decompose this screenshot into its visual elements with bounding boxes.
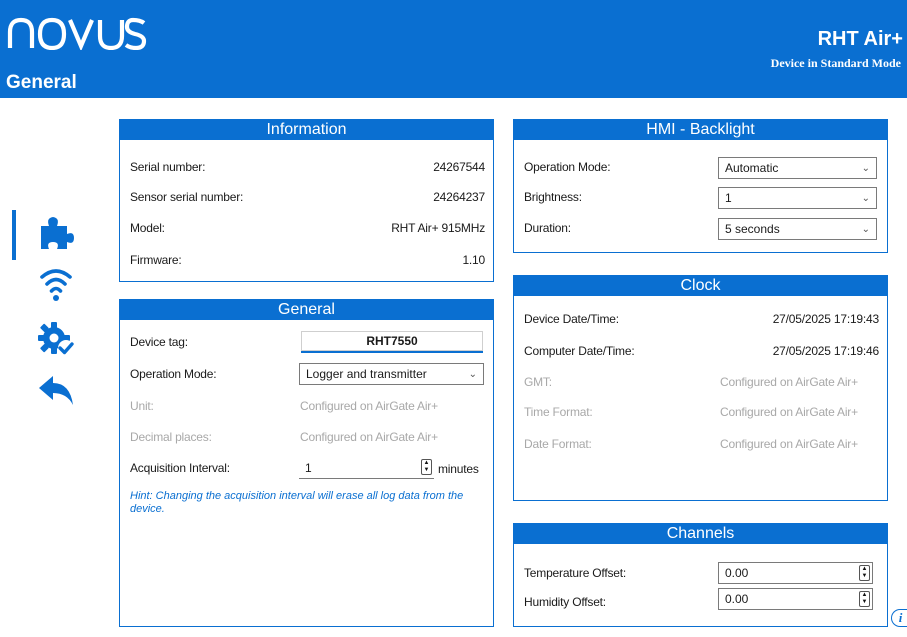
stepper-icon[interactable]: ▲ ▼ [859, 565, 870, 581]
page-title: General [6, 72, 77, 93]
info-row-sensor-serial: Sensor serial number: 24264237 [130, 186, 485, 208]
info-value: 1.10 [462, 253, 485, 267]
nav-apply-settings-button[interactable] [34, 318, 78, 358]
operation-mode-value: Logger and transmitter [306, 367, 427, 381]
info-value: 24267544 [433, 160, 485, 174]
panel-title: Information [120, 120, 493, 140]
gear-check-icon [38, 322, 74, 356]
information-panel: Information Serial number: 24267544 Sens… [119, 119, 494, 282]
hmi-operation-mode-select[interactable]: Automatic ⌄ [718, 157, 877, 179]
humidity-offset-label: Humidity Offset: [524, 595, 606, 609]
date-format-value: Configured on AirGate Air+ [720, 437, 858, 451]
gmt-row: GMT: Configured on AirGate Air+ [524, 371, 879, 393]
brightness-value: 1 [725, 191, 732, 205]
info-label: Serial number: [130, 160, 206, 174]
puzzle-icon [41, 217, 74, 249]
time-format-label: Time Format: [524, 405, 593, 419]
time-format-row: Time Format: Configured on AirGate Air+ [524, 401, 879, 423]
info-row-model: Model: RHT Air+ 915MHz [130, 217, 485, 239]
chevron-down-icon: ⌄ [861, 223, 870, 235]
unit-label: Unit: [130, 399, 154, 413]
chevron-down-icon: ⌄ [861, 192, 870, 204]
chevron-down-icon: ⌄ [861, 162, 870, 174]
date-format-label: Date Format: [524, 437, 592, 451]
device-tag-label: Device tag: [130, 335, 188, 349]
info-icon[interactable]: i [891, 609, 907, 627]
decimal-places-label: Decimal places: [130, 430, 212, 444]
general-panel: General Device tag: RHT7550 Operation Mo… [119, 299, 494, 627]
panel-title: HMI - Backlight [514, 120, 887, 140]
info-row-serial: Serial number: 24267544 [130, 156, 485, 178]
clock-panel: Clock Device Date/Time: 27/05/2025 17:19… [513, 275, 888, 501]
app-header: General RHT Air+ Device in Standard Mode [0, 0, 907, 98]
stepper-icon[interactable]: ▲ ▼ [421, 459, 432, 475]
acquisition-interval-label: Acquisition Interval: [130, 461, 230, 475]
device-mode: Device in Standard Mode [770, 56, 901, 70]
panel-title: Clock [514, 276, 887, 296]
computer-datetime-value: 27/05/2025 17:19:46 [772, 344, 880, 358]
decimal-places-value: Configured on AirGate Air+ [300, 430, 438, 444]
brightness-select[interactable]: 1 ⌄ [718, 187, 877, 209]
channels-panel: Channels Temperature Offset: 0.00 ▲ ▼ Hum… [513, 523, 888, 627]
acquisition-interval-unit: minutes [438, 462, 479, 476]
operation-mode-select[interactable]: Logger and transmitter ⌄ [299, 363, 484, 385]
nav-wireless-button[interactable] [34, 264, 78, 304]
hmi-operation-mode-label: Operation Mode: [524, 160, 611, 174]
info-label: Sensor serial number: [130, 190, 244, 204]
back-arrow-icon [39, 376, 73, 405]
time-format-value: Configured on AirGate Air+ [720, 405, 858, 419]
duration-select[interactable]: 5 seconds ⌄ [718, 218, 877, 240]
decimal-places-row: Decimal places: Configured on AirGate Ai… [130, 426, 485, 448]
acquisition-hint: Hint: Changing the acquisition interval … [130, 490, 464, 515]
nav-back-button[interactable] [34, 370, 78, 410]
panel-title: Channels [514, 524, 887, 544]
chevron-down-icon: ⌄ [468, 368, 477, 380]
computer-datetime-row: Computer Date/Time: 27/05/2025 17:19:46 [524, 340, 879, 362]
duration-value: 5 seconds [725, 222, 780, 236]
acquisition-interval-input[interactable]: 1 ▲ ▼ [299, 457, 434, 479]
active-nav-indicator [12, 210, 16, 260]
brightness-label: Brightness: [524, 190, 582, 204]
acquisition-interval-value: 1 [305, 460, 312, 475]
humidity-offset-value: 0.00 [725, 592, 749, 606]
unit-value: Configured on AirGate Air+ [300, 399, 438, 413]
gmt-label: GMT: [524, 375, 552, 389]
info-value: 24264237 [433, 190, 485, 204]
humidity-offset-input[interactable]: 0.00 ▲ ▼ [718, 588, 873, 610]
panel-title: General [120, 300, 493, 320]
temperature-offset-label: Temperature Offset: [524, 566, 627, 580]
gmt-value: Configured on AirGate Air+ [720, 375, 858, 389]
device-tag-input[interactable]: RHT7550 [301, 331, 483, 353]
info-row-firmware: Firmware: 1.10 [130, 249, 485, 271]
info-label: Model: [130, 221, 165, 235]
duration-label: Duration: [524, 221, 571, 235]
novus-logo [6, 14, 148, 53]
computer-datetime-label: Computer Date/Time: [524, 344, 635, 358]
wifi-icon [40, 269, 72, 301]
device-name: RHT Air+ [817, 28, 903, 50]
device-datetime-value: 27/05/2025 17:19:43 [772, 312, 880, 326]
unit-row: Unit: Configured on AirGate Air+ [130, 395, 485, 417]
device-datetime-row: Device Date/Time: 27/05/2025 17:19:43 [524, 308, 879, 330]
info-label: Firmware: [130, 253, 182, 267]
info-value: RHT Air+ 915MHz [391, 221, 485, 235]
hmi-backlight-panel: HMI - Backlight Operation Mode: Automati… [513, 119, 888, 253]
device-datetime-label: Device Date/Time: [524, 312, 619, 326]
operation-mode-label: Operation Mode: [130, 367, 217, 381]
date-format-row: Date Format: Configured on AirGate Air+ [524, 433, 879, 455]
nav-general-button[interactable] [34, 212, 78, 252]
hmi-operation-mode-value: Automatic [725, 161, 779, 175]
temperature-offset-input[interactable]: 0.00 ▲ ▼ [718, 562, 873, 584]
stepper-icon[interactable]: ▲ ▼ [859, 591, 870, 607]
temperature-offset-value: 0.00 [725, 566, 749, 580]
